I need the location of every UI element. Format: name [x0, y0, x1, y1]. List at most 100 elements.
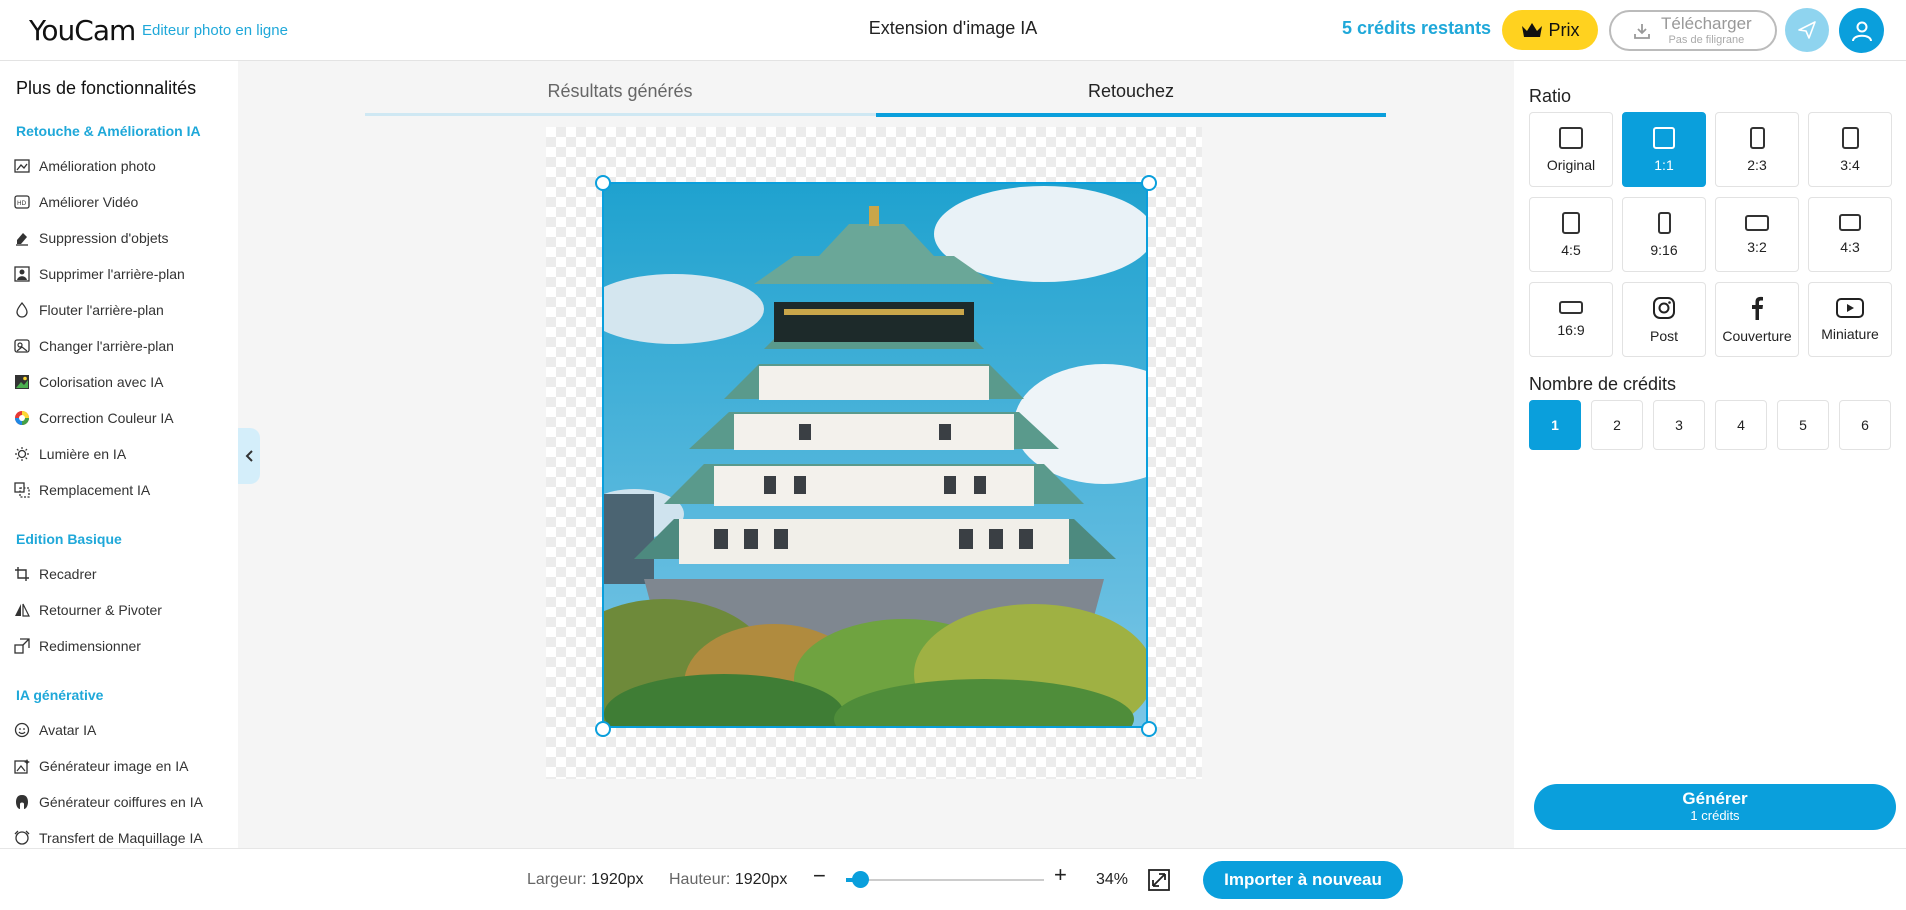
hd-video-icon: HD [14, 195, 30, 209]
photo-enhance-icon [14, 159, 30, 173]
chevron-left-icon [245, 450, 253, 462]
sidebar-item-colorisation[interactable]: Colorisation avec IA [14, 374, 164, 390]
logo-subtitle[interactable]: Editeur photo en ligne [142, 22, 288, 39]
sidebar-item-changer-arriere-plan[interactable]: Changer l'arrière-plan [14, 338, 174, 354]
sidebar-item-generateur-image[interactable]: Générateur image en IA [14, 758, 188, 774]
drop-icon [16, 302, 28, 318]
ratio-2-3[interactable]: 2:3 [1715, 112, 1799, 187]
width-value: 1920px [591, 871, 644, 888]
generate-cost: 1 crédits [1690, 808, 1740, 823]
sidebar-item-redimensionner[interactable]: Redimensionner [14, 638, 141, 654]
ratio-miniature[interactable]: Miniature [1808, 282, 1892, 357]
sidebar-item-suppression-objets[interactable]: Suppression d'objets [14, 230, 169, 246]
ratio-original-icon [1559, 126, 1583, 149]
logo[interactable]: YouCam [29, 14, 136, 47]
prix-button[interactable]: Prix [1502, 10, 1598, 50]
ratio-label: 1:1 [1654, 156, 1674, 173]
sidebar-item-generateur-coiffures[interactable]: Générateur coiffures en IA [14, 794, 203, 810]
castle-image [604, 184, 1146, 726]
zoom-out-button[interactable]: − [813, 863, 826, 889]
ratio-label: 16:9 [1557, 322, 1585, 338]
sidebar-item-lumiere[interactable]: Lumière en IA [14, 446, 126, 462]
ratio-16-9[interactable]: 16:9 [1529, 282, 1613, 357]
sidebar-item-label: Générateur image en IA [39, 758, 189, 774]
ratio-4-5[interactable]: 4:5 [1529, 197, 1613, 272]
castle-photo[interactable] [602, 182, 1148, 728]
credits-remaining[interactable]: 5 crédits restants [1342, 18, 1491, 39]
ratio-9-16[interactable]: 9:16 [1622, 197, 1706, 272]
width-label: Largeur: [527, 871, 587, 888]
sidebar-item-recadrer[interactable]: Recadrer [14, 566, 97, 582]
sidebar: Plus de fonctionnalités Retouche & Améli… [0, 61, 238, 910]
collapse-sidebar-button[interactable] [238, 428, 260, 484]
tab-results[interactable]: Résultats générés [365, 81, 875, 111]
sidebar-item-label: Flouter l'arrière-plan [39, 302, 164, 318]
ratio-portrait-icon [1657, 211, 1671, 234]
zoom-in-button[interactable]: + [1054, 862, 1067, 888]
ratio-label: 2:3 [1747, 156, 1767, 173]
sidebar-item-amelioration-photo[interactable]: Amélioration photo [14, 158, 156, 174]
sidebar-item-label: Générateur coiffures en IA [39, 794, 203, 810]
sidebar-item-correction-couleur[interactable]: Correction Couleur IA [14, 410, 174, 426]
ratio-post[interactable]: Post [1622, 282, 1706, 357]
ratio-portrait-icon [1749, 126, 1765, 149]
sidebar-item-label: Lumière en IA [39, 446, 127, 462]
zoom-slider-track[interactable] [846, 879, 1044, 881]
height-label: Hauteur: [669, 871, 731, 888]
ratio-label: 3:4 [1840, 156, 1860, 173]
facebook-icon [1752, 296, 1763, 320]
tab-retouch[interactable]: Retouchez [876, 81, 1386, 111]
height-display: Hauteur: 1920px [669, 871, 787, 889]
ratio-label: Post [1649, 327, 1678, 344]
credit-option-4[interactable]: 4 [1715, 400, 1767, 450]
ratio-portrait-icon [1562, 211, 1580, 234]
credit-option-3[interactable]: 3 [1653, 400, 1705, 450]
crop-handle-bottom-right[interactable] [1141, 721, 1157, 737]
sidebar-item-transfert-maquillage[interactable]: Transfert de Maquillage IA [14, 830, 203, 846]
zoom-slider-handle[interactable] [852, 871, 869, 888]
change-background-icon [14, 339, 30, 353]
crop-handle-top-right[interactable] [1141, 175, 1157, 191]
credit-option-6[interactable]: 6 [1839, 400, 1891, 450]
crop-icon [15, 567, 29, 581]
image-generator-icon [14, 759, 30, 774]
crop-handle-top-left[interactable] [595, 175, 611, 191]
sidebar-item-flouter-arriere-plan[interactable]: Flouter l'arrière-plan [14, 302, 164, 318]
ratio-original[interactable]: Original [1529, 112, 1613, 187]
download-button[interactable]: Télécharger Pas de filigrane [1609, 10, 1777, 51]
hairstyle-icon [16, 795, 28, 809]
sidebar-item-avatar[interactable]: Avatar IA [14, 722, 96, 738]
sidebar-item-label: Redimensionner [39, 638, 141, 654]
light-bulb-icon [15, 447, 29, 461]
ratio-3-2[interactable]: 3:2 [1715, 197, 1799, 272]
ratio-square-icon [1653, 126, 1675, 149]
ratio-couverture[interactable]: Couverture [1715, 282, 1799, 357]
replace-icon [14, 482, 30, 498]
sidebar-item-remplacement[interactable]: Remplacement IA [14, 482, 150, 498]
sidebar-item-label: Avatar IA [39, 722, 97, 738]
ratio-label: 9:16 [1650, 241, 1678, 258]
header: YouCam Editeur photo en ligne Extension … [0, 0, 1906, 61]
tab-active-indicator [876, 113, 1386, 117]
generate-button[interactable]: Générer 1 crédits [1534, 784, 1896, 830]
bottom-toolbar: Largeur: 1920px Hauteur: 1920px − + 34% … [0, 848, 1906, 910]
ratio-1-1[interactable]: 1:1 [1622, 112, 1706, 187]
credit-option-2[interactable]: 2 [1591, 400, 1643, 450]
import-again-button[interactable]: Importer à nouveau [1203, 861, 1403, 899]
sidebar-item-retourner-pivoter[interactable]: Retourner & Pivoter [14, 602, 162, 618]
sidebar-title: Plus de fonctionnalités [16, 78, 197, 98]
ratio-4-3[interactable]: 4:3 [1808, 197, 1892, 272]
sidebar-item-ameliorer-video[interactable]: HD Améliorer Vidéo [14, 194, 138, 210]
sidebar-item-label: Remplacement IA [39, 482, 151, 498]
credit-option-5[interactable]: 5 [1777, 400, 1829, 450]
crop-handle-bottom-left[interactable] [595, 721, 611, 737]
sidebar-item-supprimer-arriere-plan[interactable]: Supprimer l'arrière-plan [14, 266, 185, 282]
ratio-3-4[interactable]: 3:4 [1808, 112, 1892, 187]
sidebar-item-label: Colorisation avec IA [39, 374, 164, 390]
fit-screen-icon[interactable] [1148, 869, 1170, 891]
send-button[interactable] [1785, 8, 1829, 52]
user-button[interactable] [1839, 8, 1884, 53]
sidebar-section-retouche: Retouche & Amélioration IA [16, 123, 201, 139]
credit-option-1[interactable]: 1 [1529, 400, 1581, 450]
sidebar-item-label: Recadrer [39, 566, 97, 582]
